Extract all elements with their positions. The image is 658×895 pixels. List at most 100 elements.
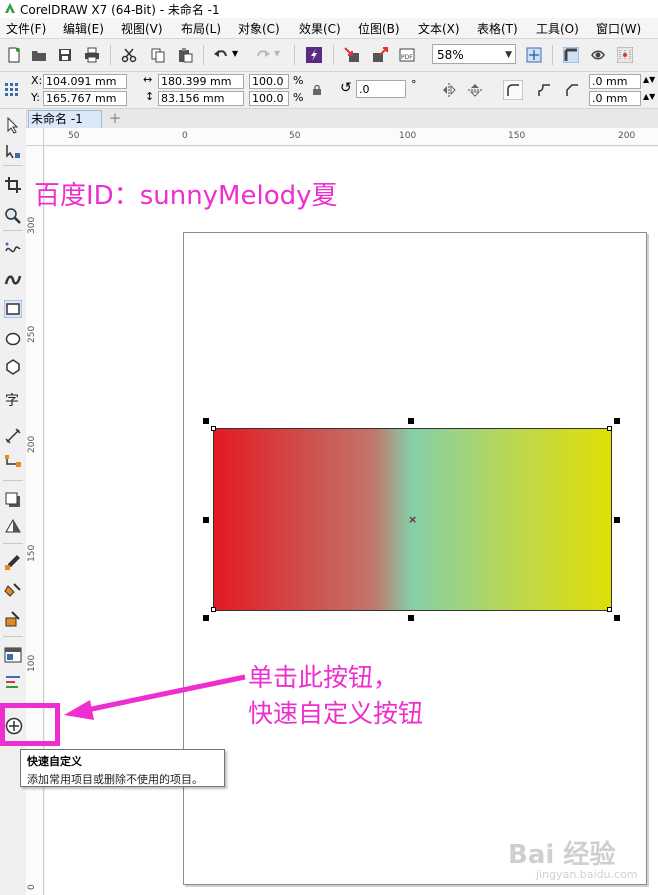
object-origin-icon[interactable] <box>4 82 20 98</box>
scale-width-input[interactable]: 100.0 <box>249 74 289 89</box>
text-tool-icon[interactable]: 字 <box>4 390 22 408</box>
menu-table[interactable]: 表格(T) <box>477 20 518 37</box>
x-position-input[interactable]: 104.091 mm <box>43 74 127 89</box>
redo-dropdown-icon[interactable]: ▼ <box>274 49 280 58</box>
import-icon[interactable] <box>344 47 360 63</box>
object-manager-icon[interactable] <box>4 646 22 664</box>
drop-shadow-tool-icon[interactable] <box>4 491 22 509</box>
copy-icon[interactable] <box>150 47 166 63</box>
publish-pdf-icon[interactable]: PDF <box>399 47 415 63</box>
zoom-tool-icon[interactable] <box>4 207 22 225</box>
ruler-tick-label: 100 <box>27 654 37 672</box>
selection-handle[interactable] <box>408 615 414 621</box>
parallel-dimension-tool-icon[interactable] <box>4 427 22 445</box>
zoom-level-value: 58% <box>437 48 464 62</box>
menu-file[interactable]: 文件(F) <box>6 20 46 37</box>
save-icon[interactable] <box>57 47 73 63</box>
round-corner-icon[interactable] <box>503 80 523 100</box>
search-content-icon[interactable] <box>306 47 322 63</box>
rectangle-tool-icon[interactable] <box>4 300 22 318</box>
selection-handle[interactable] <box>614 615 620 621</box>
pick-tool-icon[interactable] <box>4 116 22 134</box>
scale-width-percent: % <box>293 74 304 87</box>
menu-tools[interactable]: 工具(O) <box>536 20 579 37</box>
export-icon[interactable] <box>372 47 388 63</box>
toolbar-separator <box>294 45 295 65</box>
interactive-fill-tool-icon[interactable] <box>4 582 22 600</box>
coreldraw-logo-icon <box>5 3 15 13</box>
shape-tool-icon[interactable] <box>4 142 22 160</box>
menu-bitmaps[interactable]: 位图(B) <box>358 20 400 37</box>
undo-dropdown-icon[interactable]: ▼ <box>232 49 238 58</box>
artistic-media-tool-icon[interactable] <box>4 271 22 289</box>
corner-node[interactable] <box>607 426 612 431</box>
selection-handle[interactable] <box>614 418 620 424</box>
open-folder-icon[interactable] <box>31 47 47 63</box>
undo-icon[interactable] <box>213 47 229 63</box>
selection-handle[interactable] <box>614 517 620 523</box>
crop-tool-icon[interactable] <box>4 176 22 194</box>
rotation-angle-input[interactable]: .0 <box>356 80 406 98</box>
scale-height-input[interactable]: 100.0 <box>249 91 289 106</box>
ruler-tick-label: 200 <box>27 435 37 453</box>
chamfered-corner-icon[interactable] <box>562 80 582 100</box>
mirror-vertical-icon[interactable] <box>467 82 483 98</box>
width-arrow-icon: ↔ <box>143 73 153 86</box>
selection-handle[interactable] <box>408 418 414 424</box>
menu-effects[interactable]: 效果(C) <box>299 20 341 37</box>
ellipse-tool-icon[interactable] <box>4 330 22 348</box>
horizontal-ruler[interactable]: 50 0 50 100 150 200 <box>44 128 658 146</box>
transparency-tool-icon[interactable] <box>4 517 22 535</box>
menu-text[interactable]: 文本(X) <box>418 20 460 37</box>
corner-radius-top-input[interactable]: .0 mm <box>589 74 641 89</box>
ruler-tick-label: 200 <box>618 131 636 141</box>
scale-height-percent: % <box>293 91 304 104</box>
show-grid-icon[interactable] <box>590 47 606 63</box>
full-screen-preview-icon[interactable] <box>526 47 542 63</box>
align-distribute-icon[interactable] <box>4 673 22 691</box>
selection-handle[interactable] <box>203 418 209 424</box>
color-eyedropper-tool-icon[interactable] <box>4 553 22 571</box>
tooltip: 快速自定义 添加常用项目或删除不使用的项目。 <box>20 749 225 787</box>
lock-ratio-icon[interactable] <box>312 84 322 96</box>
new-document-icon[interactable] <box>6 47 22 63</box>
selection-handle[interactable] <box>203 615 209 621</box>
menu-layout[interactable]: 布局(L) <box>181 20 221 37</box>
spinner-icon[interactable]: ▲▼ <box>643 75 655 84</box>
corner-node[interactable] <box>607 607 612 612</box>
mirror-horizontal-icon[interactable] <box>441 82 457 98</box>
menu-object[interactable]: 对象(C) <box>238 20 280 37</box>
redo-icon[interactable] <box>255 47 271 63</box>
object-height-input[interactable]: 83.156 mm <box>158 91 244 106</box>
corner-radius-bottom-input[interactable]: .0 mm <box>589 91 641 106</box>
baidu-url-watermark: jingyan.baidu.com <box>536 868 638 881</box>
smart-fill-tool-icon[interactable] <box>4 610 22 628</box>
print-icon[interactable] <box>84 47 100 63</box>
freehand-tool-icon[interactable] <box>4 241 22 259</box>
paste-icon[interactable] <box>177 47 193 63</box>
menu-window[interactable]: 窗口(W) <box>596 20 641 37</box>
show-rulers-icon[interactable] <box>563 47 579 63</box>
zoom-level-select[interactable]: 58% ▼ <box>432 44 516 64</box>
y-position-input[interactable]: 165.767 mm <box>43 91 127 106</box>
cut-icon[interactable] <box>121 47 137 63</box>
annotation-text-line2: 快速自定义按钮 <box>248 699 424 728</box>
ruler-tick-label: 0 <box>27 884 37 890</box>
connector-tool-icon[interactable] <box>4 454 22 472</box>
corner-node[interactable] <box>211 426 216 431</box>
polygon-tool-icon[interactable] <box>4 358 22 376</box>
ruler-tick-label: 50 <box>68 131 80 141</box>
menu-edit[interactable]: 编辑(E) <box>63 20 104 37</box>
spinner-icon[interactable]: ▲▼ <box>643 92 655 101</box>
tab-document[interactable]: 未命名 -1 <box>28 110 102 128</box>
menu-view[interactable]: 视图(V) <box>121 20 163 37</box>
add-tab-button[interactable]: + <box>106 110 124 128</box>
ruler-origin[interactable] <box>26 128 44 146</box>
corner-node[interactable] <box>211 607 216 612</box>
snap-to-icon[interactable] <box>617 47 633 63</box>
scalloped-corner-icon[interactable] <box>534 80 554 100</box>
toolbar-separator <box>552 45 553 65</box>
object-width-input[interactable]: 180.399 mm <box>158 74 244 89</box>
selection-handle[interactable] <box>203 517 209 523</box>
ruler-tick-label: 100 <box>399 131 417 141</box>
